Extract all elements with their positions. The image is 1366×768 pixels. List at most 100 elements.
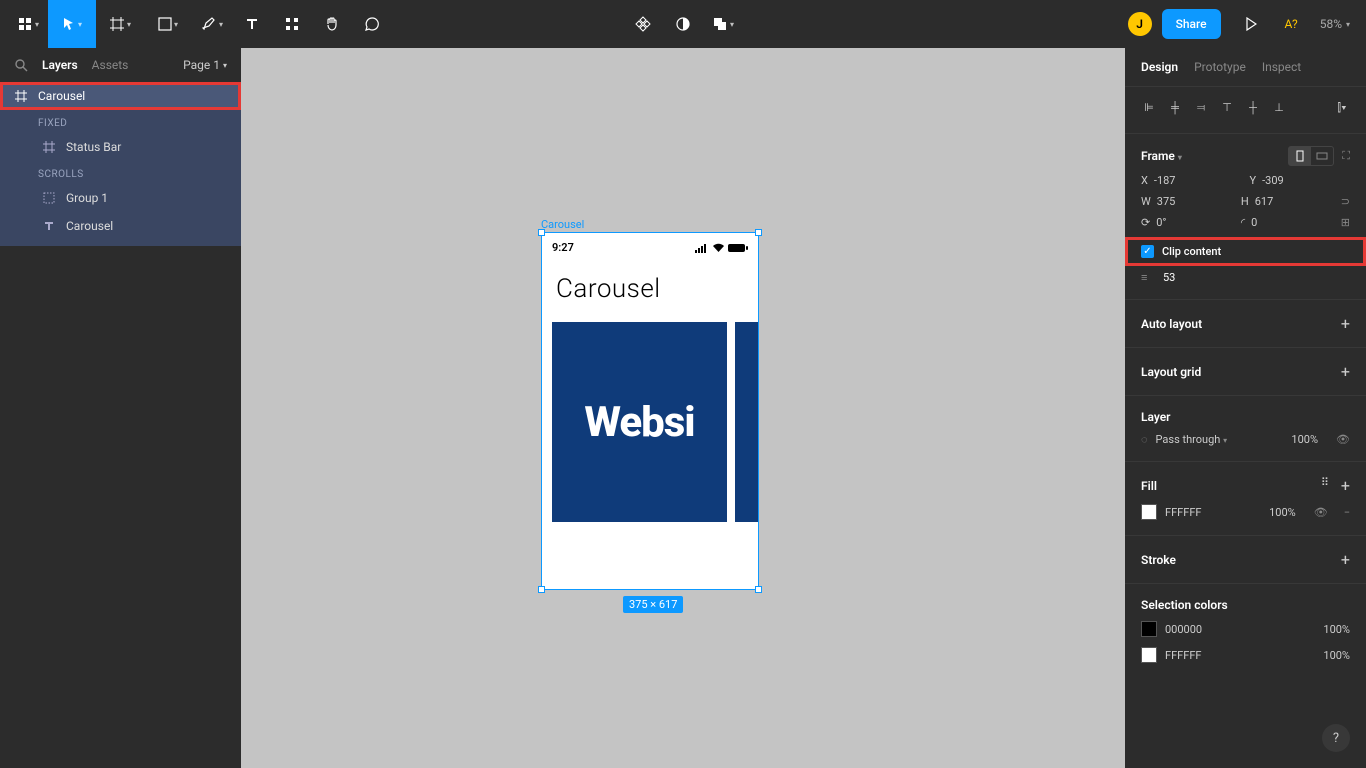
frame-tool-button[interactable]: ▾: [96, 0, 144, 48]
help-button[interactable]: ?: [1322, 724, 1350, 752]
layer-status-bar[interactable]: Status Bar: [0, 133, 241, 161]
zoom-dropdown[interactable]: 58%▾: [1312, 17, 1358, 31]
rotation-icon: ⟳: [1141, 216, 1150, 229]
align-vcenter-icon[interactable]: ┼: [1245, 101, 1261, 115]
fill-hex-input[interactable]: FFFFFF: [1165, 506, 1201, 519]
add-fill-icon[interactable]: +: [1341, 476, 1350, 495]
layer-label: Carousel: [66, 219, 113, 233]
comment-tool-button[interactable]: [352, 0, 392, 48]
fill-swatch[interactable]: [1141, 504, 1157, 520]
text-tool-button[interactable]: [232, 0, 272, 48]
boolean-icon[interactable]: ▾: [703, 0, 743, 48]
y-label: Y: [1250, 174, 1257, 187]
move-tool-button[interactable]: ▾: [48, 0, 96, 48]
layout-grid-title: Layout grid: [1141, 365, 1201, 379]
align-bottom-icon[interactable]: ⊥: [1271, 101, 1287, 115]
y-input[interactable]: -309: [1262, 174, 1284, 187]
spacing-input[interactable]: 53: [1163, 271, 1350, 284]
top-toolbar: ▾ ▾ ▾ ▾ ▾ ▾ J Share: [0, 0, 1366, 48]
spacing-icon: ≡: [1141, 271, 1155, 284]
fill-visibility-icon[interactable]: 👁: [1314, 506, 1328, 519]
mock-carousel-title: Carousel: [542, 258, 758, 322]
selection-handle-se[interactable]: [755, 586, 762, 593]
radius-input[interactable]: 0: [1251, 216, 1257, 229]
fill-opacity-input[interactable]: 100%: [1269, 506, 1296, 519]
mock-card-1: Websi: [552, 322, 727, 522]
components-icon[interactable]: [623, 0, 663, 48]
layer-label: Status Bar: [66, 140, 121, 154]
canvas-frame-label[interactable]: Carousel: [541, 218, 584, 231]
align-top-icon[interactable]: ⊤: [1219, 101, 1235, 115]
canvas-frame[interactable]: 9:27 Carousel Websi: [541, 232, 759, 590]
layers-tab[interactable]: Layers: [42, 58, 78, 72]
layer-section-title: Layer: [1141, 410, 1171, 424]
w-input[interactable]: 375: [1157, 195, 1176, 208]
remove-fill-icon[interactable]: −: [1344, 506, 1350, 519]
selection-handle-sw[interactable]: [538, 586, 545, 593]
independent-corners-icon[interactable]: ⊞: [1341, 216, 1350, 229]
portrait-icon[interactable]: [1289, 147, 1311, 165]
orientation-toggle[interactable]: [1288, 146, 1334, 166]
layer-group-1[interactable]: Group 1: [0, 184, 241, 212]
align-left-icon[interactable]: ⊫: [1141, 101, 1157, 115]
visibility-icon[interactable]: 👁: [1336, 433, 1350, 446]
frame-section-title[interactable]: Frame ▾: [1141, 149, 1182, 163]
hand-tool-button[interactable]: [312, 0, 352, 48]
auto-layout-title: Auto layout: [1141, 317, 1202, 331]
layers-panel: Layers Assets Page 1▾ Carousel FIXED Sta…: [0, 48, 241, 768]
add-auto-layout-icon[interactable]: +: [1341, 314, 1350, 333]
clip-content-checkbox[interactable]: ✓: [1141, 245, 1154, 258]
fill-style-icon[interactable]: ⠿: [1321, 476, 1329, 495]
text-icon: [42, 219, 56, 233]
layer-carousel-root[interactable]: Carousel: [0, 82, 241, 110]
radius-icon: ◜: [1241, 216, 1245, 229]
selection-handle-ne[interactable]: [755, 229, 762, 236]
distribute-icon[interactable]: ⫿▾: [1334, 101, 1350, 115]
assets-tab[interactable]: Assets: [92, 58, 129, 72]
battery-icon: [728, 243, 748, 253]
h-label: H: [1241, 195, 1249, 208]
mask-icon[interactable]: [663, 0, 703, 48]
design-panel: Design Prototype Inspect ⊫ ╪ ⫤ ⊤ ┼ ⊥ ⫿▾ …: [1125, 48, 1366, 768]
blend-icon: ◌: [1141, 433, 1148, 446]
group-icon: [42, 191, 56, 205]
clip-content-label: Clip content: [1162, 245, 1221, 258]
layer-label: Group 1: [66, 191, 108, 205]
alignment-controls: ⊫ ╪ ⫤ ⊤ ┼ ⊥ ⫿▾: [1141, 97, 1350, 123]
x-input[interactable]: -187: [1154, 174, 1176, 187]
prototype-tab[interactable]: Prototype: [1194, 60, 1246, 74]
design-tab[interactable]: Design: [1141, 60, 1178, 74]
align-right-icon[interactable]: ⫤: [1193, 101, 1209, 115]
unsaved-indicator: A?: [1285, 17, 1298, 31]
inspect-tab[interactable]: Inspect: [1262, 60, 1301, 74]
selection-color-row[interactable]: FFFFFF 100%: [1141, 642, 1350, 668]
add-layout-grid-icon[interactable]: +: [1341, 362, 1350, 381]
search-icon[interactable]: [14, 58, 28, 72]
selection-color-row[interactable]: 000000 100%: [1141, 616, 1350, 642]
wifi-icon: [712, 243, 725, 253]
selection-colors-title: Selection colors: [1141, 598, 1228, 612]
shape-tool-button[interactable]: ▾: [144, 0, 192, 48]
align-hcenter-icon[interactable]: ╪: [1167, 101, 1183, 115]
constrain-proportions-icon[interactable]: ⊃: [1341, 195, 1350, 208]
blend-mode-dropdown[interactable]: Pass through ▾: [1156, 433, 1228, 446]
layer-carousel-text[interactable]: Carousel: [0, 212, 241, 240]
pen-tool-button[interactable]: ▾: [192, 0, 232, 48]
add-stroke-icon[interactable]: +: [1341, 550, 1350, 569]
rotation-input[interactable]: 0°: [1156, 216, 1166, 229]
canvas[interactable]: Carousel 9:27 Carousel Websi 375 × 617: [241, 48, 1125, 768]
present-button[interactable]: [1231, 0, 1271, 48]
mock-status-bar: 9:27: [542, 233, 758, 258]
h-input[interactable]: 617: [1255, 195, 1274, 208]
size-badge: 375 × 617: [623, 596, 683, 613]
main-menu-button[interactable]: ▾: [8, 0, 48, 48]
resources-button[interactable]: [272, 0, 312, 48]
landscape-icon[interactable]: [1311, 147, 1333, 165]
share-button[interactable]: Share: [1162, 9, 1221, 39]
resize-to-fit-icon[interactable]: ⛶: [1342, 149, 1350, 163]
selection-handle-nw[interactable]: [538, 229, 545, 236]
w-label: W: [1141, 195, 1151, 208]
user-avatar[interactable]: J: [1128, 12, 1152, 36]
page-selector[interactable]: Page 1▾: [183, 58, 227, 72]
layer-opacity-input[interactable]: 100%: [1291, 433, 1318, 446]
